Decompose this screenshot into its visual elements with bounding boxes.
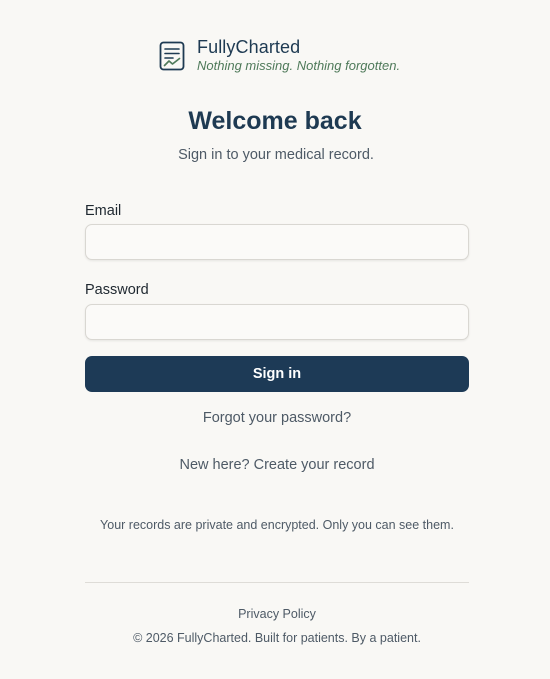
- brand-text: FullyCharted Nothing missing. Nothing fo…: [197, 36, 400, 74]
- forgot-password-link[interactable]: Forgot your password?: [0, 409, 550, 427]
- chart-document-icon: [159, 41, 185, 71]
- privacy-policy-link[interactable]: Privacy Policy: [0, 606, 550, 622]
- email-field[interactable]: [85, 224, 469, 260]
- brand-header: FullyCharted Nothing missing. Nothing fo…: [159, 36, 400, 74]
- footer-divider: [85, 582, 469, 583]
- page-subtitle: Sign in to your medical record.: [178, 147, 374, 163]
- copyright-text: © 2026 FullyCharted. Built for patients.…: [133, 631, 421, 645]
- page-title: Welcome back: [188, 107, 362, 135]
- password-label: Password: [85, 282, 149, 298]
- sign-in-button[interactable]: Sign in: [85, 356, 469, 392]
- brand-tagline: Nothing missing. Nothing forgotten.: [197, 58, 401, 73]
- password-field[interactable]: [85, 304, 469, 340]
- create-record-link[interactable]: New here? Create your record: [0, 456, 550, 474]
- email-label: Email: [85, 203, 122, 219]
- privacy-note: Your records are private and encrypted. …: [100, 518, 454, 532]
- brand-name: FullyCharted: [197, 37, 301, 57]
